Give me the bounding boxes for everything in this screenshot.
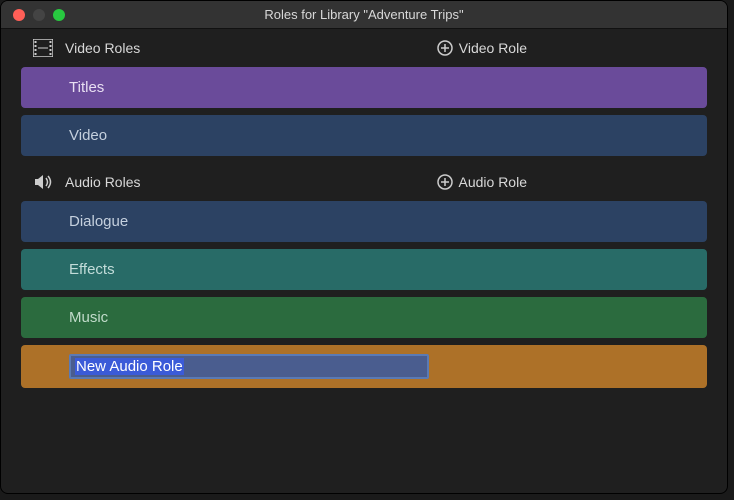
role-label: Titles [69, 79, 104, 96]
filmstrip-icon [33, 39, 53, 57]
role-label: Dialogue [69, 213, 128, 230]
audio-roles-header: Audio Roles Audio Role [1, 163, 727, 201]
close-window-button[interactable] [13, 9, 25, 21]
role-row-video[interactable]: Video [21, 115, 707, 156]
content-area: Video Roles Video Role Titles Video [1, 29, 727, 388]
role-name-input[interactable]: New Audio Role [69, 354, 429, 379]
add-video-role-label: Video Role [459, 40, 527, 56]
zoom-window-button[interactable] [53, 9, 65, 21]
add-audio-role-button[interactable]: Audio Role [437, 174, 528, 190]
role-row-new-audio[interactable]: New Audio Role [21, 345, 707, 388]
add-video-role-button[interactable]: Video Role [437, 40, 527, 56]
titlebar: Roles for Library "Adventure Trips" [1, 1, 727, 29]
speaker-icon [33, 173, 53, 191]
audio-roles-label: Audio Roles [65, 174, 425, 190]
add-audio-role-label: Audio Role [459, 174, 528, 190]
plus-circle-icon [437, 40, 453, 56]
role-name-input-text: New Audio Role [75, 358, 184, 375]
minimize-window-button[interactable] [33, 9, 45, 21]
plus-circle-icon [437, 174, 453, 190]
role-row-effects[interactable]: Effects [21, 249, 707, 290]
window-title: Roles for Library "Adventure Trips" [1, 7, 727, 22]
role-label: Effects [69, 261, 115, 278]
video-roles-label: Video Roles [65, 40, 425, 56]
roles-editor-window: Roles for Library "Adventure Trips" Vid [0, 0, 728, 494]
role-row-music[interactable]: Music [21, 297, 707, 338]
traffic-lights [1, 9, 65, 21]
role-label: Video [69, 127, 107, 144]
role-row-dialogue[interactable]: Dialogue [21, 201, 707, 242]
role-row-titles[interactable]: Titles [21, 67, 707, 108]
role-label: Music [69, 309, 108, 326]
video-roles-header: Video Roles Video Role [1, 29, 727, 67]
